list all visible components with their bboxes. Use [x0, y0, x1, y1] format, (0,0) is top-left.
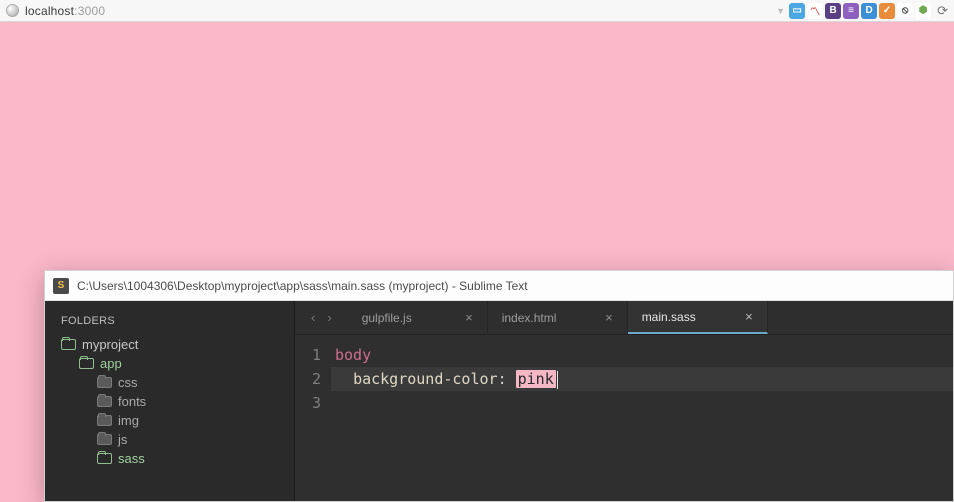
tree-item-css[interactable]: css	[61, 373, 294, 392]
tab-bar: ‹ › gulpfile.js × index.html × main.sass…	[295, 301, 953, 335]
code-line-1[interactable]: body	[331, 343, 953, 367]
folder-closed-icon	[97, 396, 112, 407]
sublime-app-icon: S	[53, 278, 69, 294]
url-text[interactable]: localhost:3000	[25, 4, 105, 18]
reload-icon[interactable]: ⟳	[937, 3, 948, 19]
editor-area: ‹ › gulpfile.js × index.html × main.sass…	[295, 301, 953, 501]
folder-closed-icon	[97, 415, 112, 426]
sidebar: FOLDERS myproject app css fonts img	[45, 301, 295, 501]
nav-back-icon[interactable]: ‹	[311, 310, 315, 325]
close-icon[interactable]: ×	[605, 310, 613, 325]
tree-item-app[interactable]: app	[61, 354, 294, 373]
tab-label: gulpfile.js	[362, 311, 412, 325]
tree-label: img	[118, 413, 139, 428]
ext-icon-4[interactable]: D	[861, 3, 877, 19]
close-icon[interactable]: ×	[745, 309, 753, 324]
close-icon[interactable]: ×	[465, 310, 473, 325]
ext-icon-1[interactable]: 〽	[807, 3, 823, 19]
token-selector: body	[335, 346, 371, 364]
browser-address-bar: localhost:3000 ▼ ▭ 〽 B ≡ D ✓ ⦸ ⬢ ⟳	[0, 0, 954, 22]
tree-item-myproject[interactable]: myproject	[61, 335, 294, 354]
url-host: localhost	[25, 4, 74, 18]
tree-label: js	[118, 432, 127, 447]
workspace: FOLDERS myproject app css fonts img	[45, 301, 953, 501]
ext-icon-0[interactable]: ▭	[789, 3, 805, 19]
window-title: C:\Users\1004306\Desktop\myproject\app\s…	[77, 279, 528, 293]
folder-closed-icon	[97, 434, 112, 445]
url-port: :3000	[74, 4, 105, 18]
line-gutter: 1 2 3	[295, 335, 331, 501]
tree-label: css	[118, 375, 138, 390]
tab-label: index.html	[502, 311, 557, 325]
ext-icon-6[interactable]: ⦸	[897, 3, 913, 19]
tree-label: myproject	[82, 337, 138, 352]
tree-label: app	[100, 356, 122, 371]
tab-main-sass[interactable]: main.sass ×	[628, 301, 768, 334]
tree-item-fonts[interactable]: fonts	[61, 392, 294, 411]
tree-item-sass[interactable]: sass	[61, 449, 294, 468]
tree-label: fonts	[118, 394, 146, 409]
code-body[interactable]: body background-color: pink	[331, 335, 953, 501]
tree-label: sass	[118, 451, 145, 466]
ext-icon-3[interactable]: ≡	[843, 3, 859, 19]
sublime-window: S C:\Users\1004306\Desktop\myproject\app…	[44, 270, 954, 502]
tree-item-js[interactable]: js	[61, 430, 294, 449]
token-property: background-color	[353, 370, 498, 388]
dropdown-triangle-icon[interactable]: ▼	[776, 6, 785, 16]
tree-item-img[interactable]: img	[61, 411, 294, 430]
tab-index-html[interactable]: index.html ×	[488, 301, 628, 334]
window-titlebar[interactable]: S C:\Users\1004306\Desktop\myproject\app…	[45, 271, 953, 301]
nav-forward-icon[interactable]: ›	[327, 310, 331, 325]
ext-icon-7[interactable]: ⬢	[915, 3, 931, 19]
sidebar-header: FOLDERS	[61, 315, 294, 327]
nav-arrows: ‹ ›	[295, 301, 348, 334]
globe-icon	[6, 4, 19, 17]
line-number: 2	[295, 367, 321, 391]
extension-row: ▭ 〽 B ≡ D ✓ ⦸ ⬢	[789, 3, 931, 19]
ext-icon-2[interactable]: B	[825, 3, 841, 19]
token-colon: :	[498, 370, 507, 388]
line-number: 1	[295, 343, 321, 367]
folder-closed-icon	[97, 377, 112, 388]
code-area[interactable]: 1 2 3 body background-color: pink	[295, 335, 953, 501]
tab-gulpfile[interactable]: gulpfile.js ×	[348, 301, 488, 334]
line-number: 3	[295, 391, 321, 415]
folder-open-icon	[61, 339, 76, 350]
code-line-2[interactable]: background-color: pink	[331, 367, 953, 391]
folder-open-icon	[79, 358, 94, 369]
token-value: pink	[516, 370, 556, 388]
folder-open-icon	[97, 453, 112, 464]
ext-icon-5[interactable]: ✓	[879, 3, 895, 19]
tab-label: main.sass	[642, 310, 696, 324]
caret-icon	[557, 371, 558, 389]
